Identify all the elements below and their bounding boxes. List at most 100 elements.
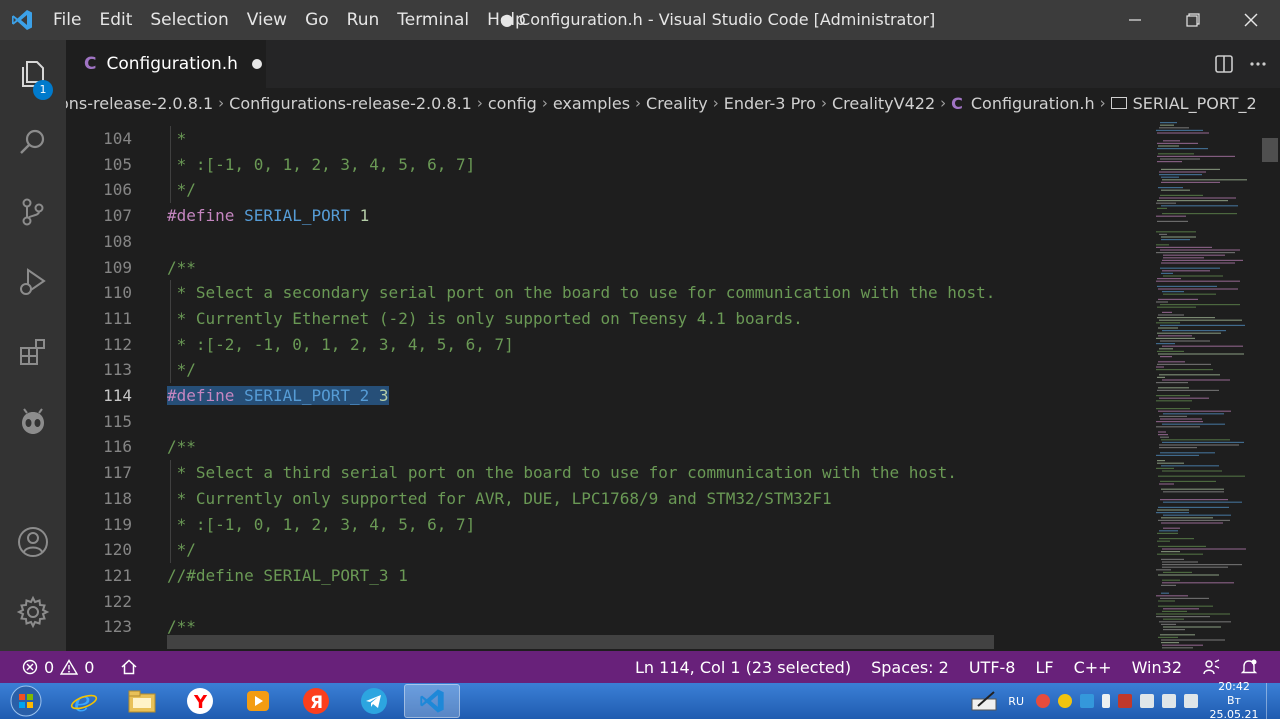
platformio-button[interactable] [0,392,66,452]
tray-network-app-icon[interactable] [1080,694,1094,708]
code-line[interactable]: 119 * :[-1, 0, 1, 2, 3, 4, 5, 6, 7] [66,512,1166,538]
code-line[interactable]: 109 /** [66,255,1166,281]
explorer-button[interactable]: 1 [0,44,66,104]
notifications-bell-icon[interactable] [1240,658,1258,676]
source-control-button[interactable] [0,182,66,242]
code-line[interactable]: 108 [66,229,1166,255]
code-line[interactable]: 122 [66,589,1166,615]
line-number: 111 [103,308,132,328]
indentation[interactable]: Spaces: 2 [871,658,949,677]
menu-edit[interactable]: Edit [90,0,141,40]
platformio-home-icon[interactable] [120,658,138,676]
menu-file[interactable]: File [44,0,90,40]
code-line[interactable]: 105 * :[-1, 0, 1, 2, 3, 4, 5, 6, 7] [66,152,1166,178]
menu-run[interactable]: Run [338,0,389,40]
title-bar: File Edit Selection View Go Run Terminal Help ●… [0,0,1280,40]
code-line[interactable]: 114 #define SERIAL_PORT_2 3 [66,383,1166,409]
breadcrumb-item[interactable]: Creality [646,94,708,113]
breadcrumb-item[interactable]: examples [553,94,630,113]
search-button[interactable] [0,112,66,172]
extensions-button[interactable] [0,322,66,382]
code-line[interactable]: 111 * Currently Ethernet (-2) is only su… [66,306,1166,332]
code-token: * Select a secondary serial port on the … [167,283,996,303]
taskbar-telegram[interactable] [346,684,402,718]
code-line[interactable]: 120 */ [66,537,1166,563]
tray-shield-icon[interactable] [1118,694,1132,708]
run-debug-button[interactable] [0,252,66,312]
tab-label: Configuration.h [106,54,238,74]
minimize-button[interactable] [1106,0,1164,40]
breadcrumb-item[interactable]: ons-release-2.0.8.1 [66,94,213,113]
scrollbar-thumb[interactable] [1262,138,1278,162]
code-line[interactable]: 113 */ [66,357,1166,383]
minimap[interactable] [1154,118,1260,651]
breadcrumb-chevron-icon: › [712,94,719,112]
platform[interactable]: Win32 [1132,658,1182,677]
menu-view[interactable]: View [238,0,296,40]
breadcrumb-item[interactable]: Configurations-release-2.0.8.1 [229,94,472,113]
cursor-position[interactable]: Ln 114, Col 1 (23 selected) [635,658,851,677]
language-mode[interactable]: C++ [1074,658,1112,677]
code-line[interactable]: 117 * Select a third serial port on the … [66,460,1166,486]
internet-explorer-icon: e [70,687,98,715]
code-line[interactable]: 106 */ [66,177,1166,203]
split-editor-icon[interactable] [1214,54,1234,74]
encoding[interactable]: UTF-8 [969,658,1016,677]
clock[interactable]: 20:42 Вт 25.05.21 [1202,680,1266,719]
more-actions-icon[interactable] [1248,54,1268,74]
code-token: * :[-2, -1, 0, 1, 2, 3, 4, 5, 6, 7] [167,334,514,354]
taskbar-vscode[interactable] [404,684,460,718]
accounts-button[interactable] [0,512,66,572]
code-token: * Select a third serial port on the boar… [167,463,957,483]
code-line[interactable]: 112 * :[-2, -1, 0, 1, 2, 3, 4, 5, 6, 7] [66,332,1166,358]
tray-bulb-icon[interactable] [1058,694,1072,708]
taskbar-yandex-browser[interactable]: Y [172,684,228,718]
volume-icon[interactable] [1184,694,1198,708]
breadcrumb-item[interactable]: Ender-3 Pro [724,94,816,113]
horizontal-scrollbar[interactable] [167,635,994,649]
breadcrumb-item[interactable]: config [488,94,537,113]
unsaved-dot-icon[interactable] [251,59,262,69]
language-indicator[interactable]: RU [1008,695,1024,708]
code-line[interactable]: 118 * Currently only supported for AVR, … [66,486,1166,512]
vertical-scrollbar[interactable] [1260,118,1280,651]
line-number: 106 [103,180,132,200]
taskbar-yandex[interactable]: Я [288,684,344,718]
code-line[interactable]: 110 * Select a secondary serial port on … [66,280,1166,306]
taskbar-media-player[interactable] [230,684,286,718]
restore-button[interactable] [1164,0,1222,40]
feedback-icon[interactable] [1202,658,1220,676]
breadcrumb-chevron-icon: › [940,94,947,112]
taskbar-ie[interactable]: e [56,684,112,718]
code-text: * Currently only supported for AVR, DUE,… [167,486,832,512]
code-line[interactable]: 115 [66,409,1166,435]
tab-configuration-h[interactable]: C Configuration.h [66,40,266,88]
menu-go[interactable]: Go [296,0,338,40]
battery-icon[interactable] [1140,694,1154,708]
settings-button[interactable] [0,582,66,642]
bluetooth-icon[interactable] [1102,694,1110,708]
code-token: * Currently only supported for AVR, DUE,… [167,488,832,508]
taskbar-explorer[interactable] [114,684,170,718]
code-editor[interactable]: 104 * 105 * :[-1, 0, 1, 2, 3, 4, 5, 6, 7]… [66,118,1260,651]
tray-app-icon[interactable] [1036,694,1050,708]
explorer-badge: 1 [33,80,53,100]
signal-icon[interactable] [1162,694,1176,708]
breadcrumb-item[interactable]: CrealityV422 [832,94,935,113]
pen-input-icon[interactable] [970,689,1000,713]
end-of-line[interactable]: LF [1035,658,1053,677]
code-line[interactable]: 107 #define SERIAL_PORT 1 [66,203,1166,229]
breadcrumb-file[interactable]: Configuration.h [971,94,1095,113]
show-desktop-button[interactable] [1266,683,1280,719]
menu-selection[interactable]: Selection [141,0,237,40]
error-icon [22,659,38,675]
code-line[interactable]: 104 * [66,126,1166,152]
code-line[interactable]: 121 //#define SERIAL_PORT_3 1 [66,563,1166,589]
close-button[interactable] [1222,0,1280,40]
code-line[interactable]: 116 /** [66,434,1166,460]
clock-date: Вт 25.05.21 [1209,694,1259,719]
start-button[interactable] [6,685,46,717]
problems-indicator[interactable]: 0 0 [22,651,138,683]
breadcrumb-symbol[interactable]: SERIAL_PORT_2 [1133,94,1257,113]
menu-terminal[interactable]: Terminal [388,0,478,40]
